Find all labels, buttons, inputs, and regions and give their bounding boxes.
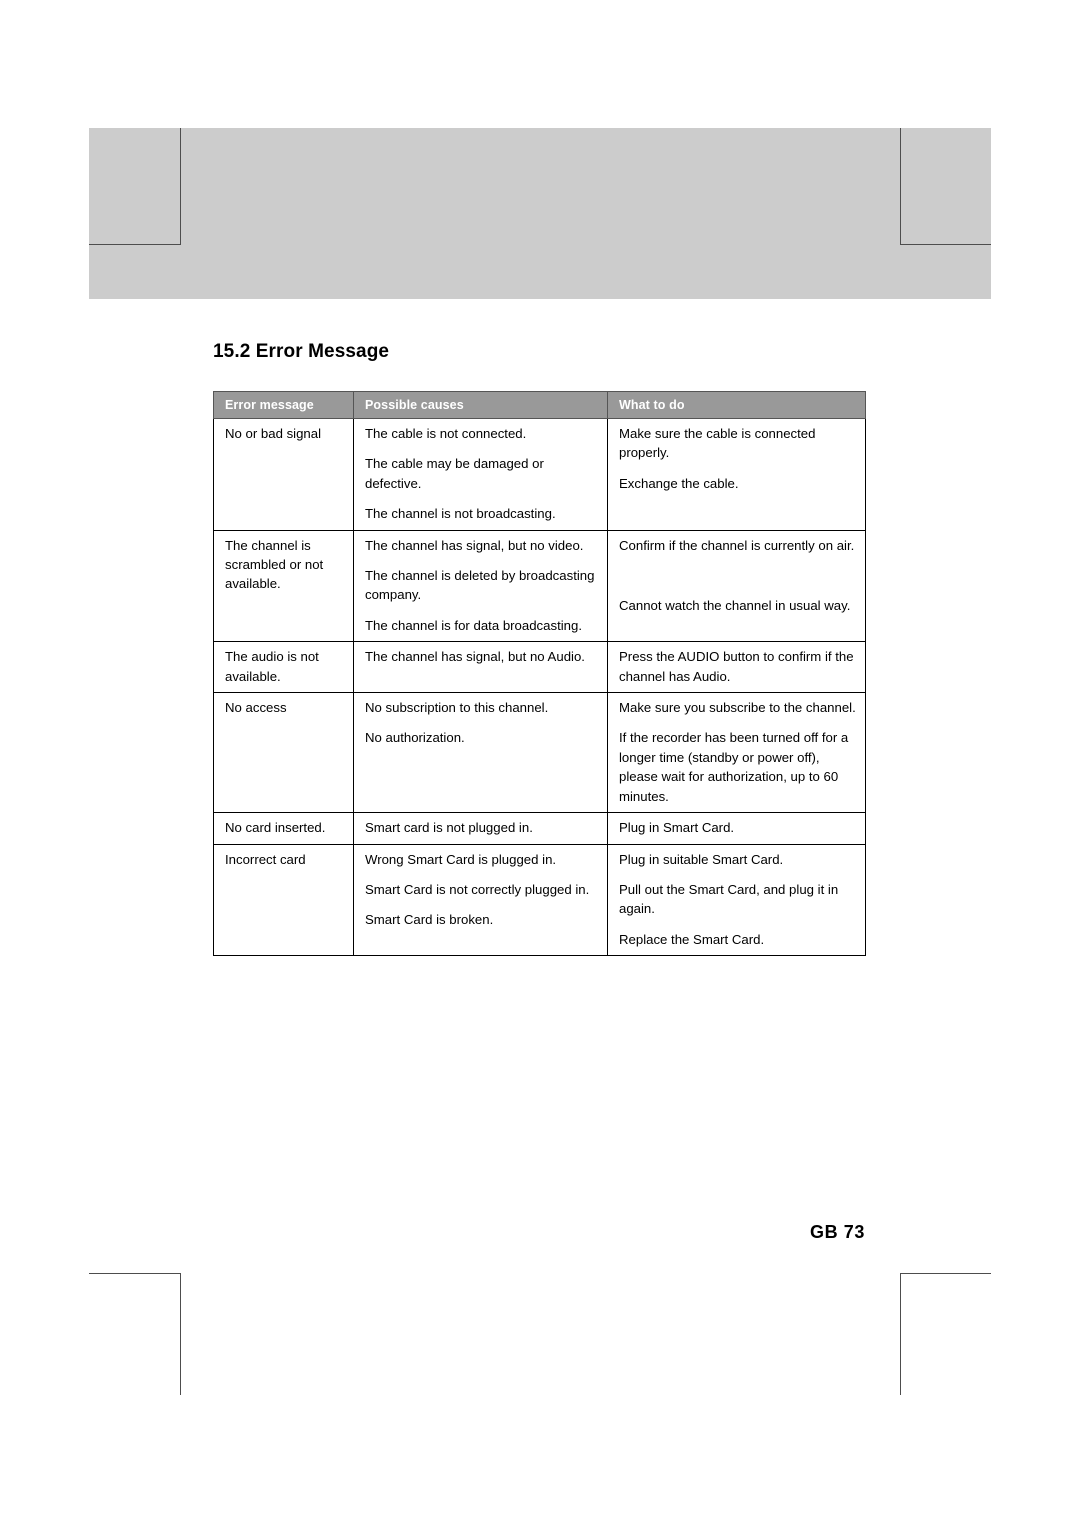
table-row: No access No subscription to this channel… bbox=[213, 692, 866, 814]
action-text: Make sure you subscribe to the channel. bbox=[619, 700, 856, 716]
cause-text: The channel has signal, but no video. bbox=[365, 537, 584, 553]
cause-text: Smart Card is broken. bbox=[365, 912, 494, 928]
table-header-row: Error message Possible causes What to do bbox=[213, 391, 866, 419]
cell-error-message: The channel is scrambled or not availabl… bbox=[213, 529, 354, 643]
cell-what-to-do: Press the AUDIO button to confirm if the… bbox=[607, 641, 866, 694]
cell-what-to-do: Make sure the cable is connected properl… bbox=[607, 418, 866, 531]
cause-text: No subscription to this channel. bbox=[365, 700, 549, 716]
crop-mark-bottom-right-vertical bbox=[900, 1273, 901, 1395]
cause-text: The channel is not broadcasting. bbox=[365, 506, 556, 522]
cause-text: The channel has signal, but no Audio. bbox=[365, 649, 585, 665]
crop-mark-top-left-horizontal bbox=[89, 244, 181, 245]
cell-possible-causes: Wrong Smart Card is plugged in. Smart Car… bbox=[353, 843, 608, 957]
action-text: Plug in suitable Smart Card. bbox=[619, 851, 784, 867]
cell-error-message: No card inserted. bbox=[213, 812, 354, 845]
cause-text: Smart card is not plugged in. bbox=[365, 820, 533, 836]
action-text: Confirm if the channel is currently on a… bbox=[619, 537, 855, 553]
cell-possible-causes: Smart card is not plugged in. bbox=[353, 812, 608, 845]
table-row: No card inserted. Smart card is not plugg… bbox=[213, 812, 866, 845]
column-header-error-message: Error message bbox=[213, 391, 354, 419]
cell-error-message: The audio is not available. bbox=[213, 641, 354, 694]
table-header: Error message Possible causes What to do bbox=[213, 391, 866, 419]
action-text: Make sure the cable is connected properl… bbox=[619, 426, 816, 461]
action-text: Pull out the Smart Card, and plug it in … bbox=[619, 881, 839, 917]
action-text: Cannot watch the channel in usual way. bbox=[619, 598, 851, 614]
table-row: Incorrect card Wrong Smart Card is plugge… bbox=[213, 843, 866, 957]
crop-mark-top-left-vertical bbox=[180, 128, 181, 245]
crop-mark-bottom-left-vertical bbox=[180, 1273, 181, 1395]
table-row: The channel is scrambled or not availabl… bbox=[213, 529, 866, 643]
cell-possible-causes: The channel has signal, but no Audio. bbox=[353, 641, 608, 694]
cause-text: No authorization. bbox=[365, 730, 465, 746]
section-title: 15.2 Error Message bbox=[213, 341, 390, 362]
error-message-table: Error message Possible causes What to do… bbox=[213, 391, 866, 957]
cell-what-to-do: Plug in suitable Smart Card. Pull out the… bbox=[607, 843, 866, 957]
cause-text: Wrong Smart Card is plugged in. bbox=[365, 851, 557, 867]
column-header-what-to-do: What to do bbox=[607, 391, 866, 419]
action-text bbox=[608, 499, 865, 529]
cause-text: The channel is for data broadcasting. bbox=[365, 617, 582, 633]
cell-possible-causes: The channel has signal, but no video. The… bbox=[353, 529, 608, 643]
cell-what-to-do: Confirm if the channel is currently on a… bbox=[607, 529, 866, 643]
cell-possible-causes: The cable is not connected. The cable may… bbox=[353, 418, 608, 531]
cell-error-message: No or bad signal bbox=[213, 418, 354, 531]
cell-possible-causes: No subscription to this channel. No autho… bbox=[353, 692, 608, 814]
cell-error-message: Incorrect card bbox=[213, 843, 354, 957]
cell-error-message: No access bbox=[213, 692, 354, 814]
action-text: Press the AUDIO button to confirm if the… bbox=[619, 649, 854, 684]
action-text: Exchange the cable. bbox=[619, 475, 739, 491]
page-footer: GB 73 bbox=[809, 1222, 865, 1242]
cell-what-to-do: Plug in Smart Card. bbox=[607, 812, 866, 845]
action-text bbox=[608, 561, 865, 591]
crop-mark-bottom-left-horizontal bbox=[89, 1273, 181, 1274]
cause-text: The cable may be damaged or defective. bbox=[365, 456, 544, 491]
crop-mark-top-right-vertical bbox=[900, 128, 901, 245]
column-header-possible-causes: Possible causes bbox=[353, 391, 608, 419]
crop-mark-top-right-horizontal bbox=[900, 244, 991, 245]
cause-text: The cable is not connected. bbox=[365, 426, 527, 441]
cause-text: Smart Card is not correctly plugged in. bbox=[365, 881, 590, 897]
cell-what-to-do: Make sure you subscribe to the channel. I… bbox=[607, 692, 866, 814]
header-grey-band bbox=[89, 128, 991, 299]
table-row: The audio is not available. The channel h… bbox=[213, 641, 866, 694]
cause-text: The channel is deleted by broadcasting c… bbox=[365, 568, 595, 603]
action-text: If the recorder has been turned off for … bbox=[619, 730, 849, 804]
table-row: No or bad signal The cable is not connect… bbox=[213, 418, 866, 531]
crop-mark-bottom-right-horizontal bbox=[900, 1273, 991, 1274]
action-text: Replace the Smart Card. bbox=[619, 931, 765, 947]
action-text: Plug in Smart Card. bbox=[619, 820, 735, 836]
table-body: No or bad signal The cable is not connect… bbox=[213, 418, 866, 957]
